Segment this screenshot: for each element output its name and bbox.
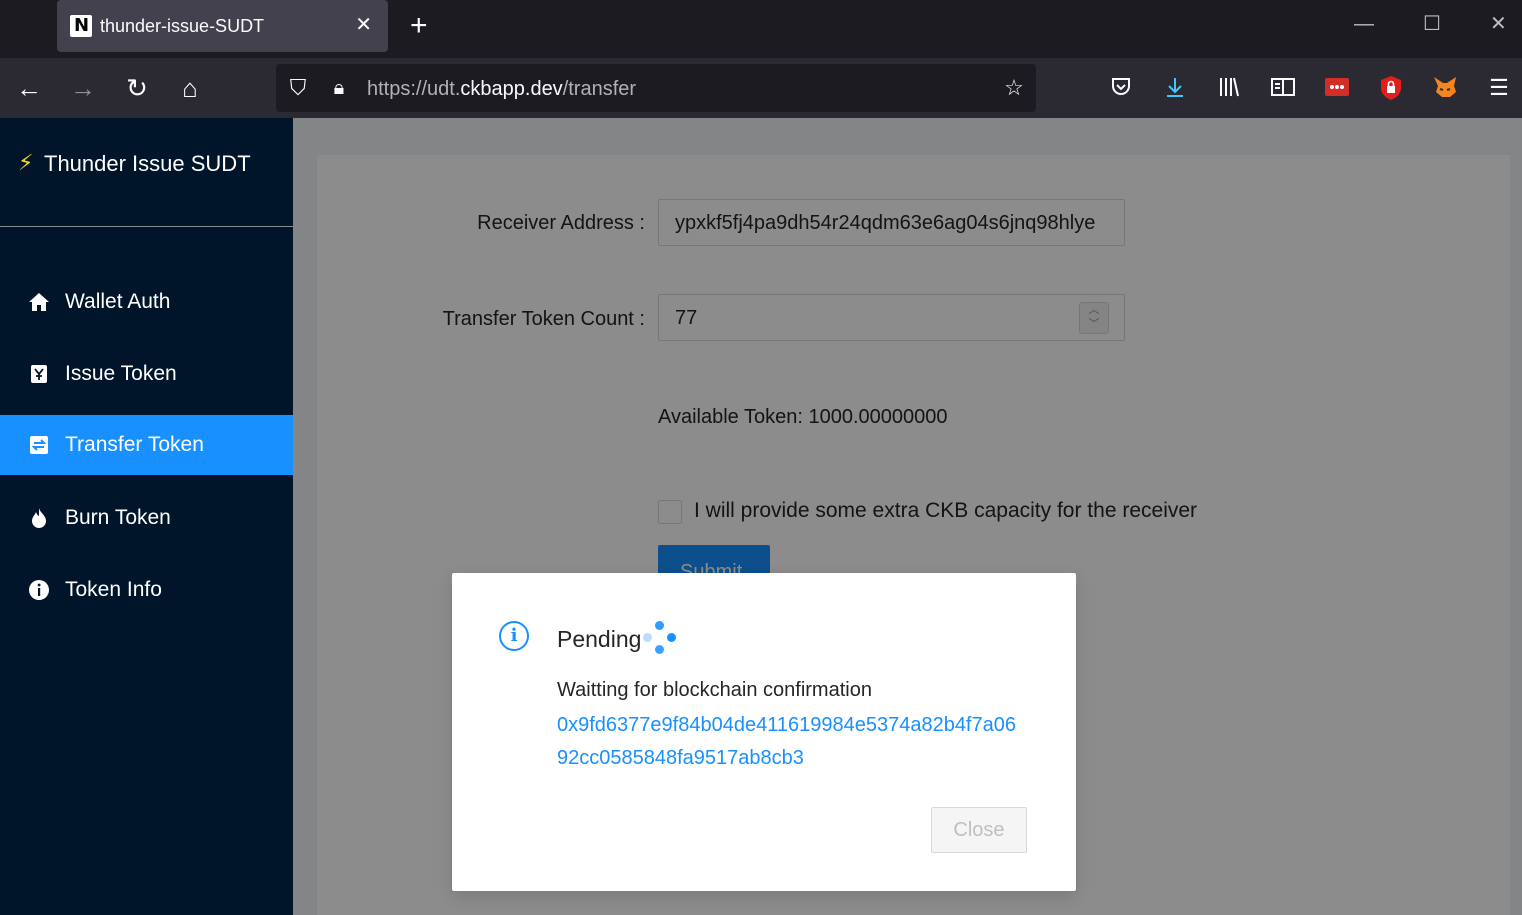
thunder-bolt-icon: ⚡︎ — [18, 150, 34, 175]
sidebar-item-label: Wallet Auth — [65, 290, 171, 313]
url-prefix: https://udt. — [367, 78, 461, 100]
maximize-icon[interactable]: ☐ — [1423, 12, 1441, 36]
url-path: /transfer — [562, 78, 637, 100]
site-favicon-icon: N — [70, 15, 92, 37]
lastpass-icon[interactable] — [1323, 75, 1351, 101]
info-icon: i — [499, 621, 529, 651]
sidebar-item-label: Transfer Token — [65, 433, 204, 456]
back-arrow-icon[interactable]: ← — [14, 73, 44, 103]
window-close-icon[interactable]: ✕ — [1490, 12, 1507, 36]
fire-icon — [28, 507, 50, 529]
sidebar-item-token-info[interactable]: Token Info — [0, 560, 293, 620]
sidebar-item-label: Token Info — [65, 578, 162, 601]
shield-icon[interactable]: ⛉ — [284, 75, 312, 101]
browser-nav-bar: ← → ↻ ⌂ ⛉ 🔒︎ https://udt.ckbapp.dev/tran… — [0, 58, 1522, 118]
menu-icon[interactable]: ☰ — [1485, 75, 1513, 101]
sidebar-divider — [0, 226, 293, 227]
reader-view-icon[interactable] — [1269, 75, 1297, 101]
sidebar-item-issue-token[interactable]: Issue Token — [0, 344, 293, 404]
close-button[interactable]: Close — [931, 807, 1027, 853]
minimize-icon[interactable]: — — [1354, 12, 1374, 36]
tab-title: thunder-issue-SUDT — [100, 16, 265, 36]
transfer-icon — [28, 434, 50, 456]
pocket-icon[interactable] — [1107, 75, 1135, 101]
url-domain: ckbapp.dev — [460, 78, 563, 100]
sidebar-item-label: Issue Token — [65, 362, 177, 385]
pending-modal: i Pending Waitting for blockchain confir… — [452, 573, 1076, 891]
bookmark-star-icon[interactable]: ☆ — [1000, 75, 1028, 101]
library-icon[interactable] — [1215, 75, 1243, 101]
url-text[interactable]: https://udt.ckbapp.dev/transfer — [367, 77, 636, 101]
reload-icon[interactable]: ↻ — [122, 73, 152, 103]
modal-message: Waitting for blockchain confirmation — [557, 679, 872, 701]
new-tab-icon[interactable]: + — [410, 10, 428, 42]
sidebar-item-wallet-auth[interactable]: Wallet Auth — [0, 272, 293, 332]
lock-icon[interactable]: 🔒︎ — [325, 75, 353, 101]
modal-title: Pending — [557, 626, 642, 652]
favicon-letter: N — [74, 15, 90, 36]
sidebar-item-burn-token[interactable]: Burn Token — [0, 488, 293, 548]
info-icon — [28, 579, 50, 601]
transaction-hash-link[interactable]: 0x9fd6377e9f84b04de411619984e5374a82b4f7… — [557, 709, 1027, 775]
forward-arrow-icon[interactable]: → — [68, 73, 98, 103]
home-icon — [28, 291, 50, 313]
sidebar: ⚡︎ Thunder Issue SUDT Wallet Auth Issue … — [0, 118, 293, 915]
ublock-icon[interactable] — [1377, 75, 1405, 101]
tab-close-icon[interactable]: ✕ — [355, 14, 372, 36]
browser-tab[interactable]: N thunder-issue-SUDT ✕ — [57, 0, 388, 52]
sidebar-item-transfer-token[interactable]: Transfer Token — [0, 415, 293, 475]
browser-tab-bar: N thunder-issue-SUDT ✕ + — ☐ ✕ — [0, 0, 1522, 58]
home-icon[interactable]: ⌂ — [175, 73, 205, 103]
loading-spinner-icon — [642, 621, 678, 657]
metamask-icon[interactable] — [1431, 75, 1459, 101]
app-title: Thunder Issue SUDT — [44, 151, 251, 176]
address-bar[interactable]: ⛉ 🔒︎ https://udt.ckbapp.dev/transfer ☆ — [276, 64, 1036, 112]
download-icon[interactable] — [1161, 75, 1189, 101]
sidebar-item-label: Burn Token — [65, 506, 171, 529]
token-icon — [28, 363, 50, 385]
